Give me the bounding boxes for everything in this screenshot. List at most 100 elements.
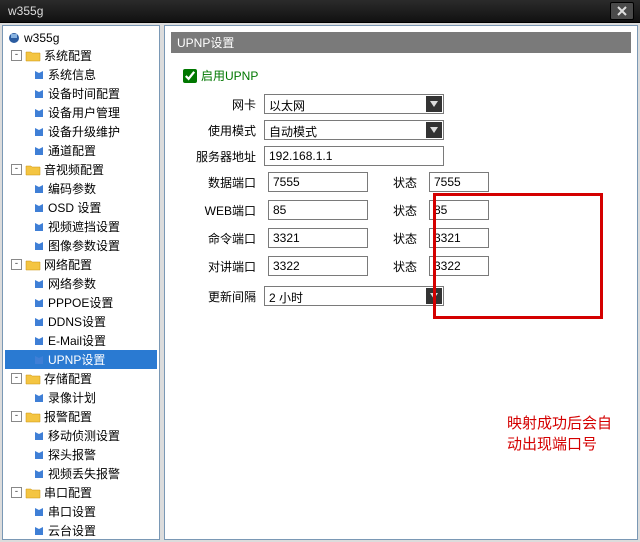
status-cmd-port[interactable] bbox=[429, 228, 489, 248]
tree-group-network: - 网络配置 网络参数 PPPOE设置 DDNS设置 E-Mail设置 UPNP… bbox=[5, 255, 157, 369]
page-icon bbox=[33, 69, 45, 81]
tree-item[interactable]: 串口设置 bbox=[5, 502, 157, 521]
tree-item[interactable]: 视频遮挡设置 bbox=[5, 217, 157, 236]
input-server-addr[interactable] bbox=[264, 146, 444, 166]
tree-item[interactable]: 云台设置 bbox=[5, 521, 157, 540]
tree-group-header[interactable]: - 音视频配置 bbox=[5, 160, 157, 179]
panel-title: UPNP设置 bbox=[171, 32, 631, 53]
tree-item[interactable]: 通道配置 bbox=[5, 141, 157, 160]
collapse-icon[interactable]: - bbox=[11, 411, 22, 422]
tree-item[interactable]: 编码参数 bbox=[5, 179, 157, 198]
page-icon bbox=[33, 240, 45, 252]
tree-item[interactable]: DDNS设置 bbox=[5, 312, 157, 331]
page-icon bbox=[33, 183, 45, 195]
tree-item[interactable]: PPPOE设置 bbox=[5, 293, 157, 312]
tree-group-header[interactable]: - 报警配置 bbox=[5, 407, 157, 426]
tree-item-label: 设备用户管理 bbox=[48, 104, 120, 121]
input-talk-port[interactable] bbox=[268, 256, 368, 276]
tree-item-label: 视频丢失报警 bbox=[48, 465, 120, 482]
status-data-port[interactable] bbox=[429, 172, 489, 192]
tree-group-header[interactable]: - 网络配置 bbox=[5, 255, 157, 274]
tree-item-label: 视频遮挡设置 bbox=[48, 218, 120, 235]
tree-item[interactable]: 设备时间配置 bbox=[5, 84, 157, 103]
chevron-down-icon bbox=[426, 288, 442, 304]
collapse-icon[interactable]: - bbox=[11, 487, 22, 498]
panel-body: 启用UPNP 网卡 以太网 使用模式 自动模式 bbox=[165, 57, 637, 318]
folder-icon bbox=[25, 50, 41, 62]
label-mode: 使用模式 bbox=[175, 122, 260, 139]
tree-item[interactable]: 探头报警 bbox=[5, 445, 157, 464]
status-web-port[interactable] bbox=[429, 200, 489, 220]
select-interval-value: 2 小时 bbox=[269, 291, 303, 305]
collapse-icon[interactable]: - bbox=[11, 164, 22, 175]
tree-group-label: 网络配置 bbox=[44, 256, 92, 273]
page-icon bbox=[33, 297, 45, 309]
tree-group-storage: - 存储配置 录像计划 bbox=[5, 369, 157, 407]
page-icon bbox=[33, 107, 45, 119]
tree-root-label: w355g bbox=[24, 31, 59, 45]
chevron-down-icon bbox=[426, 96, 442, 112]
tree-item-label: OSD 设置 bbox=[48, 199, 101, 216]
input-cmd-port[interactable] bbox=[268, 228, 368, 248]
tree-item-label: DDNS设置 bbox=[48, 313, 106, 330]
folder-icon bbox=[25, 259, 41, 271]
tree-item[interactable]: 网络参数 bbox=[5, 274, 157, 293]
tree-item-label: PPPOE设置 bbox=[48, 294, 113, 311]
input-web-port[interactable] bbox=[268, 200, 368, 220]
status-talk-port[interactable] bbox=[429, 256, 489, 276]
label-cmd-port: 命令端口 bbox=[175, 230, 260, 247]
row-mode: 使用模式 自动模式 bbox=[175, 120, 627, 140]
tree-item-label: 通道配置 bbox=[48, 142, 96, 159]
tree-group-header[interactable]: - 系统配置 bbox=[5, 46, 157, 65]
chevron-down-icon bbox=[426, 122, 442, 138]
page-icon bbox=[33, 88, 45, 100]
annotation-text: 映射成功后会自动出现端口号 bbox=[507, 413, 622, 455]
row-server-addr: 服务器地址 bbox=[175, 146, 627, 166]
tree-item-label: 移动侦测设置 bbox=[48, 427, 120, 444]
close-button[interactable] bbox=[610, 2, 634, 20]
tree-item[interactable]: 系统信息 bbox=[5, 65, 157, 84]
tree-item[interactable]: 录像计划 bbox=[5, 388, 157, 407]
select-mode[interactable]: 自动模式 bbox=[264, 120, 444, 140]
label-status: 状态 bbox=[376, 174, 421, 191]
tree-item-label: 系统信息 bbox=[48, 66, 96, 83]
enable-upnp-label: 启用UPNP bbox=[201, 67, 258, 84]
collapse-icon[interactable]: - bbox=[11, 50, 22, 61]
tree-root-node[interactable]: w355g bbox=[5, 30, 157, 46]
tree-item[interactable]: 设备用户管理 bbox=[5, 103, 157, 122]
window-title: w355g bbox=[8, 0, 43, 22]
label-status: 状态 bbox=[376, 230, 421, 247]
ports-grid: 数据端口 状态 WEB端口 状态 命令端口 状态 对讲端口 状态 bbox=[175, 172, 627, 276]
tree-item-upnp[interactable]: UPNP设置 bbox=[5, 350, 157, 369]
collapse-icon[interactable]: - bbox=[11, 373, 22, 384]
tree-item-label: 探头报警 bbox=[48, 446, 96, 463]
page-icon bbox=[33, 221, 45, 233]
label-web-port: WEB端口 bbox=[175, 202, 260, 219]
titlebar: w355g bbox=[0, 0, 640, 23]
label-talk-port: 对讲端口 bbox=[175, 258, 260, 275]
tree-group-av: - 音视频配置 编码参数 OSD 设置 视频遮挡设置 图像参数设置 bbox=[5, 160, 157, 255]
tree-item-label: 录像计划 bbox=[48, 389, 96, 406]
tree-item-label: 编码参数 bbox=[48, 180, 96, 197]
tree-item-label: 图像参数设置 bbox=[48, 237, 120, 254]
folder-icon bbox=[25, 164, 41, 176]
page-icon bbox=[33, 430, 45, 442]
tree-item-label: 设备时间配置 bbox=[48, 85, 120, 102]
select-nic-value: 以太网 bbox=[269, 99, 305, 113]
enable-upnp-checkbox[interactable] bbox=[183, 69, 197, 83]
tree-item[interactable]: 视频丢失报警 bbox=[5, 464, 157, 483]
page-icon bbox=[33, 449, 45, 461]
select-interval[interactable]: 2 小时 bbox=[264, 286, 444, 306]
label-interval: 更新间隔 bbox=[175, 288, 260, 305]
folder-icon bbox=[25, 487, 41, 499]
select-nic[interactable]: 以太网 bbox=[264, 94, 444, 114]
tree-group-header[interactable]: - 串口配置 bbox=[5, 483, 157, 502]
tree-item[interactable]: 设备升级维护 bbox=[5, 122, 157, 141]
tree-item[interactable]: E-Mail设置 bbox=[5, 331, 157, 350]
tree-item[interactable]: 图像参数设置 bbox=[5, 236, 157, 255]
tree-item[interactable]: OSD 设置 bbox=[5, 198, 157, 217]
tree-group-header[interactable]: - 存储配置 bbox=[5, 369, 157, 388]
tree-item[interactable]: 移动侦测设置 bbox=[5, 426, 157, 445]
input-data-port[interactable] bbox=[268, 172, 368, 192]
collapse-icon[interactable]: - bbox=[11, 259, 22, 270]
